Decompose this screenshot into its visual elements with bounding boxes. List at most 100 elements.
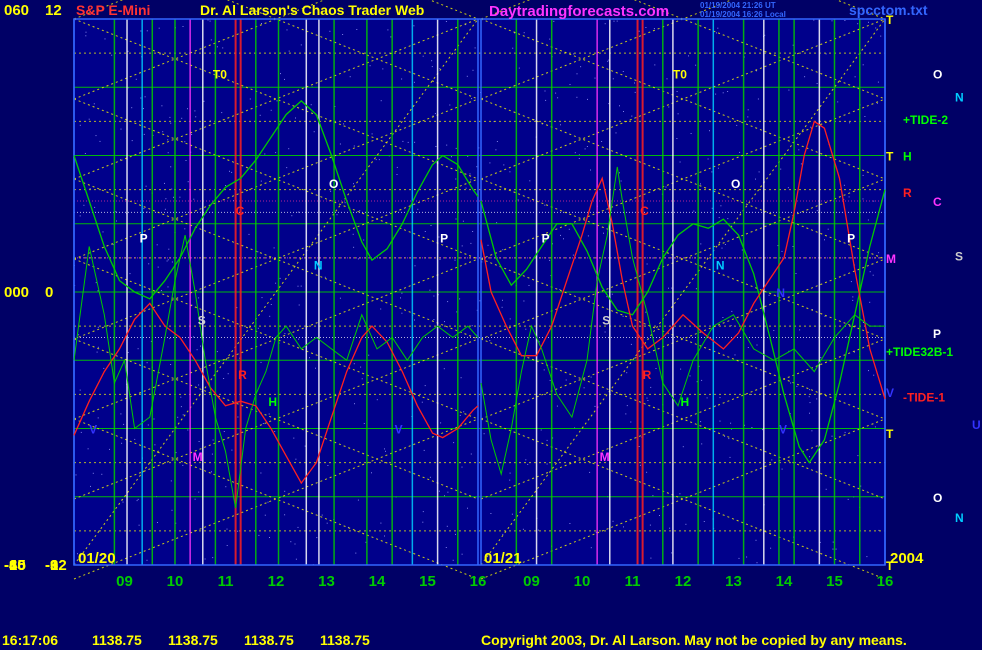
texture-dot [727, 91, 729, 92]
texture-dot [354, 403, 355, 405]
texture-dot [471, 98, 473, 100]
texture-dot [269, 537, 270, 538]
texture-dot [489, 162, 491, 164]
texture-dot [850, 281, 852, 283]
texture-dot [371, 133, 373, 135]
texture-dot [260, 361, 262, 363]
texture-dot [555, 92, 557, 94]
texture-dot [649, 524, 651, 526]
texture-dot [820, 357, 822, 359]
texture-dot [630, 421, 632, 423]
texture-dot [182, 26, 184, 27]
texture-dot [284, 78, 285, 80]
texture-dot [770, 547, 772, 549]
texture-dot [747, 116, 749, 118]
texture-dot [396, 174, 398, 175]
texture-dot [187, 429, 189, 431]
texture-dot [187, 108, 188, 110]
texture-dot [260, 472, 262, 474]
texture-dot [847, 498, 849, 500]
texture-dot [844, 431, 846, 433]
texture-dot [313, 131, 315, 133]
chart-marker-label: C [640, 204, 649, 218]
right-side-label: V [886, 386, 894, 400]
site-link[interactable]: Daytradingforecasts.com [489, 3, 669, 20]
texture-dot [578, 158, 580, 159]
texture-dot [96, 351, 98, 353]
texture-dot [357, 258, 359, 260]
x-tick-label: 12 [675, 573, 692, 590]
texture-dot [866, 556, 868, 558]
texture-dot [382, 68, 384, 70]
texture-dot [111, 54, 113, 56]
texture-dot [103, 367, 105, 369]
texture-dot [357, 499, 359, 501]
texture-dot [396, 166, 398, 168]
texture-dot [198, 441, 200, 442]
texture-dot [401, 312, 403, 314]
texture-dot [273, 247, 275, 249]
texture-dot [646, 471, 648, 473]
texture-dot [355, 552, 357, 554]
texture-dot [414, 265, 416, 267]
x-tick-label: 09 [116, 573, 133, 590]
texture-dot [862, 174, 864, 176]
texture-dot [184, 228, 186, 230]
x-tick-label: 10 [167, 573, 184, 590]
texture-dot [757, 98, 759, 100]
texture-dot [195, 116, 197, 118]
texture-dot [270, 109, 272, 111]
texture-dot [445, 21, 447, 22]
texture-dot [231, 171, 233, 173]
texture-dot [722, 317, 724, 318]
texture-dot [264, 514, 266, 516]
texture-dot [773, 330, 775, 331]
texture-dot [422, 55, 424, 57]
texture-dot [146, 30, 148, 32]
texture-dot [634, 82, 635, 84]
texture-dot [659, 515, 660, 516]
x-tick-label: 11 [625, 573, 641, 590]
texture-dot [88, 118, 90, 120]
texture-dot [102, 231, 104, 233]
texture-dot [844, 20, 846, 21]
texture-dot [796, 385, 798, 387]
texture-dot [799, 329, 801, 331]
texture-dot [645, 27, 647, 28]
texture-dot [671, 552, 673, 554]
texture-dot [402, 140, 404, 142]
texture-dot [862, 64, 864, 66]
texture-dot [157, 522, 158, 523]
texture-dot [603, 232, 604, 234]
texture-dot [413, 25, 415, 27]
texture-dot [758, 171, 760, 173]
x-tick-label: 15 [419, 573, 436, 590]
texture-dot [87, 448, 89, 450]
x-tick-label: 09 [523, 573, 540, 590]
texture-dot [594, 77, 596, 79]
texture-dot [679, 161, 681, 163]
texture-dot [503, 164, 505, 166]
chart-marker-label: T0 [213, 68, 227, 82]
texture-dot [569, 84, 571, 85]
texture-dot [446, 144, 448, 146]
texture-dot [706, 397, 708, 399]
texture-dot [727, 218, 729, 220]
chart-marker-label: V [395, 423, 403, 437]
texture-dot [652, 495, 654, 497]
texture-dot [824, 315, 826, 317]
texture-dot [401, 292, 403, 294]
texture-dot [99, 140, 101, 142]
texture-dot [461, 553, 463, 555]
y-outer-top-label: 060 [4, 2, 29, 19]
texture-dot [120, 128, 122, 130]
texture-dot [227, 373, 229, 375]
texture-dot [625, 413, 627, 415]
texture-dot [168, 248, 170, 250]
texture-dot [120, 413, 122, 415]
texture-dot [679, 493, 681, 495]
texture-dot [719, 420, 721, 422]
texture-dot [184, 141, 186, 143]
texture-dot [496, 141, 498, 142]
texture-dot [445, 547, 447, 548]
